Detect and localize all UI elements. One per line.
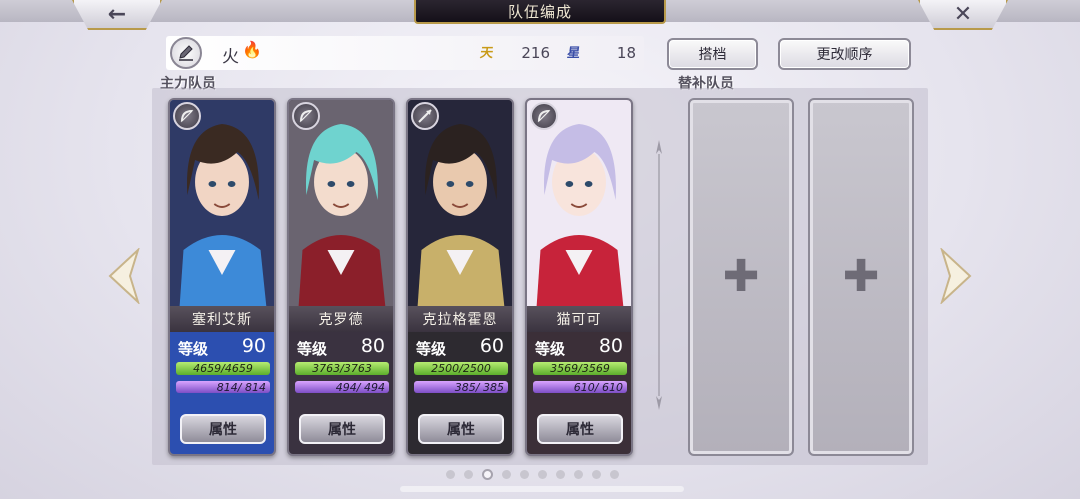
plus-icon: ✚ (722, 251, 760, 302)
bow-icon (173, 102, 201, 130)
reorder-button[interactable]: 更改顺序 (778, 38, 911, 70)
page-dot[interactable] (538, 470, 547, 479)
close-button[interactable]: ✕ (918, 0, 1008, 30)
member-stats: 等级 80 3569/3569 610/ 610 属性 (527, 332, 631, 454)
level-label: 等级 (416, 340, 447, 358)
sub-slot-empty[interactable]: ✚ (688, 98, 794, 456)
character-portrait (170, 100, 274, 306)
plus-icon: ✚ (842, 251, 880, 302)
mp-bar: 814/ 814 (176, 381, 270, 394)
bow-icon (292, 102, 320, 130)
page-dot[interactable] (556, 470, 565, 479)
page-dot[interactable] (592, 470, 601, 479)
mp-bar: 385/ 385 (414, 381, 508, 394)
level-label: 等级 (535, 340, 566, 358)
member-stats: 等级 90 4659/4659 814/ 814 属性 (170, 332, 274, 454)
back-button[interactable]: ← (72, 0, 162, 30)
home-indicator (400, 486, 684, 492)
page-dot[interactable] (520, 470, 529, 479)
mp-bar: 494/ 494 (295, 381, 389, 394)
member-card[interactable]: 塞利艾斯 等级 90 4659/4659 814/ 814 属性 (168, 98, 276, 456)
spear-icon (411, 102, 439, 130)
hp-bar: 3763/3763 (295, 362, 389, 375)
member-stats: 等级 80 3763/3763 494/ 494 属性 (289, 332, 393, 454)
page-dot[interactable] (574, 470, 583, 479)
sub-slot-empty[interactable]: ✚ (808, 98, 914, 456)
member-card[interactable]: 克罗德 等级 80 3763/3763 494/ 494 属性 (287, 98, 395, 456)
level-value: 80 (360, 335, 385, 357)
member-name: 塞利艾斯 (170, 306, 274, 332)
team-name: 火 (222, 47, 239, 67)
star-stat-value: 18 (616, 44, 636, 62)
next-page-arrow-icon[interactable] (940, 248, 972, 304)
close-icon: ✕ (953, 1, 973, 27)
page-dot[interactable] (482, 469, 493, 480)
page-indicator (446, 469, 619, 480)
page-dot[interactable] (610, 470, 619, 479)
member-name: 克拉格霍恩 (408, 306, 512, 332)
page-title: 队伍编成 (414, 0, 666, 24)
level-value: 60 (479, 335, 504, 357)
member-name: 猫可可 (527, 306, 631, 332)
mp-bar: 610/ 610 (533, 381, 627, 394)
character-portrait (289, 100, 393, 306)
attributes-button[interactable]: 属性 (537, 414, 623, 444)
attributes-button[interactable]: 属性 (418, 414, 504, 444)
attributes-button[interactable]: 属性 (299, 414, 385, 444)
page-dot[interactable] (502, 470, 511, 479)
level-value: 90 (241, 335, 266, 357)
hp-bar: 2500/2500 (414, 362, 508, 375)
member-card[interactable]: 猫可可 等级 80 3569/3569 610/ 610 属性 (525, 98, 633, 456)
back-arrow-icon: ← (107, 1, 127, 27)
member-card[interactable]: 克拉格霍恩 等级 60 2500/2500 385/ 385 属性 (406, 98, 514, 456)
heaven-stat-value: 216 (521, 44, 550, 62)
attributes-button[interactable]: 属性 (180, 414, 266, 444)
level-label: 等级 (297, 340, 328, 358)
member-stats: 等级 60 2500/2500 385/ 385 属性 (408, 332, 512, 454)
level-value: 80 (598, 335, 623, 357)
level-label: 等级 (178, 340, 209, 358)
member-name: 克罗德 (289, 306, 393, 332)
fire-element-icon: 🔥 (242, 40, 262, 59)
character-portrait (408, 100, 512, 306)
partner-button[interactable]: 搭档 (667, 38, 758, 70)
star-stat-icon: 星 (566, 45, 582, 61)
hp-bar: 4659/4659 (176, 362, 270, 375)
page-dot[interactable] (464, 470, 473, 479)
bow-icon (530, 102, 558, 130)
pencil-icon (179, 45, 193, 61)
page-dot[interactable] (446, 470, 455, 479)
prev-page-arrow-icon[interactable] (108, 248, 140, 304)
heaven-stat-icon: 天 (479, 45, 495, 61)
section-divider (656, 140, 662, 410)
hp-bar: 3569/3569 (533, 362, 627, 375)
character-portrait (527, 100, 631, 306)
edit-team-name-button[interactable] (170, 37, 202, 69)
